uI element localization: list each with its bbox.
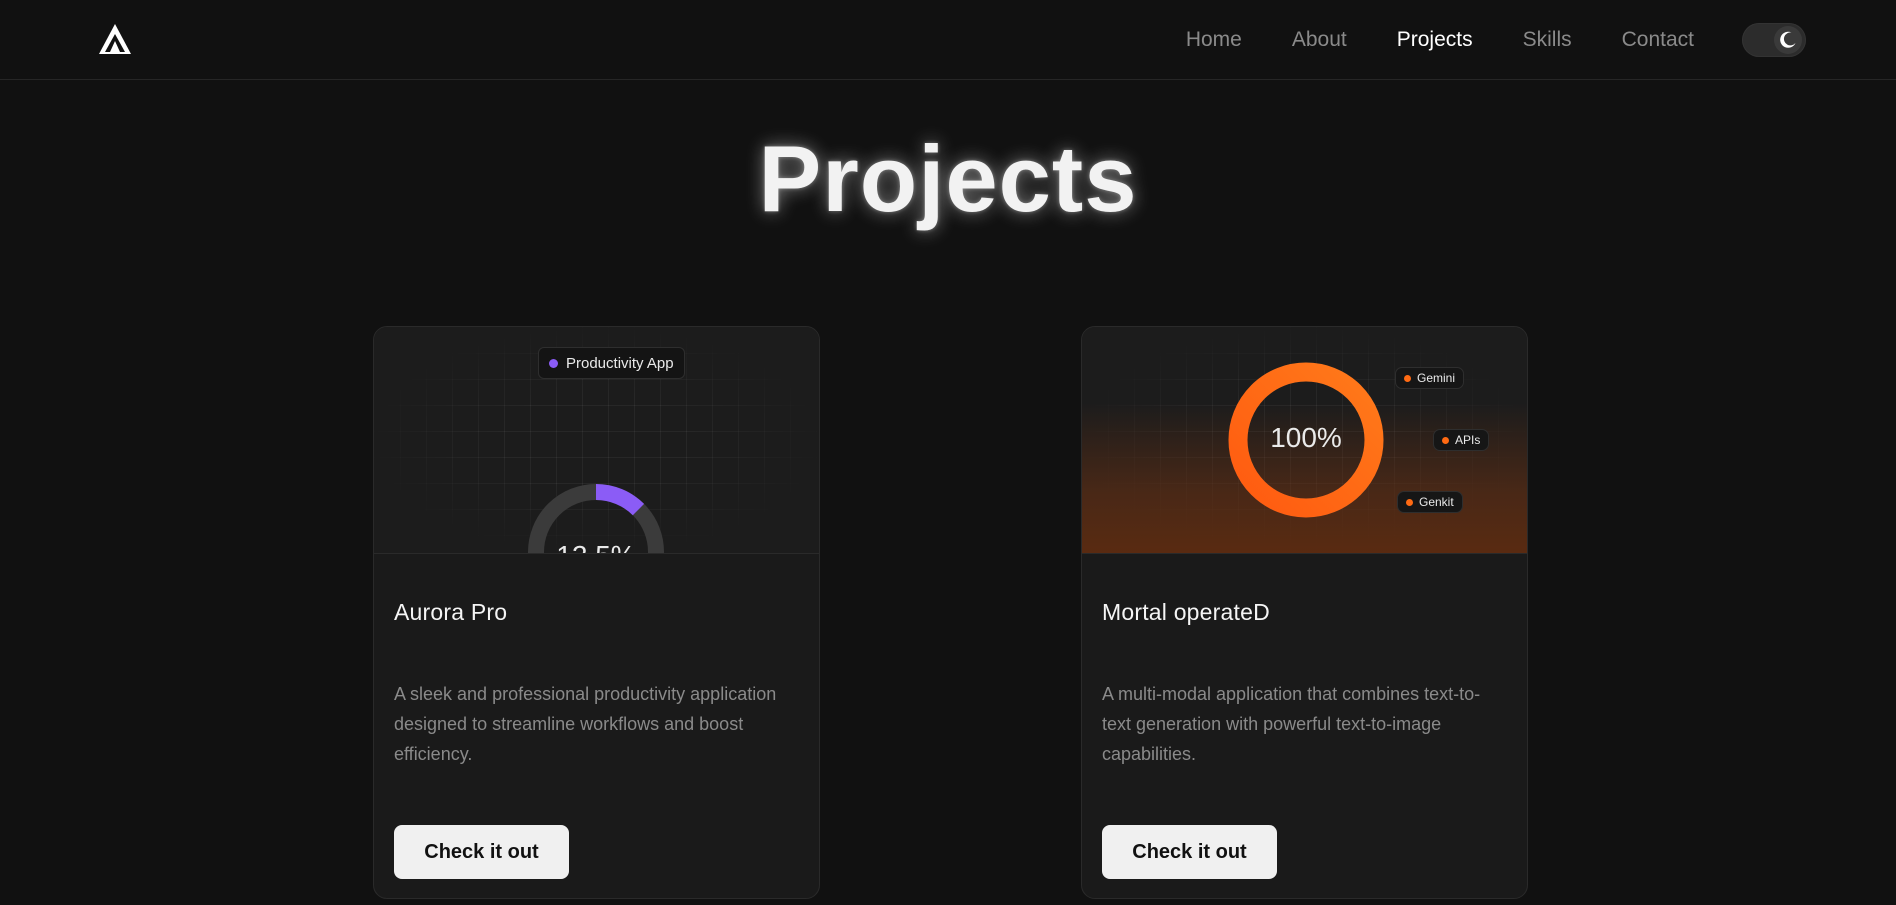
tag-label: Productivity App [566, 354, 674, 372]
page-title: Projects [758, 126, 1138, 231]
tag-genkit: Genkit [1397, 491, 1463, 513]
project-visual: 100% Gemini APIs Genkit [1082, 327, 1527, 554]
tag-dot-icon [1404, 374, 1411, 382]
tag-apis: APIs [1433, 429, 1490, 451]
project-title: Aurora Pro [394, 599, 508, 625]
check-it-out-button[interactable]: Check it out [1102, 825, 1277, 879]
tag-label: Gemini [1417, 371, 1456, 385]
project-card-mortal-operated: 100% Gemini APIs Genkit Mortal operateD … [1081, 326, 1528, 899]
tag-dot-icon [1406, 498, 1413, 506]
tag-label: Genkit [1419, 495, 1454, 509]
check-it-out-button[interactable]: Check it out [394, 825, 569, 879]
navbar: Home About Projects Skills Contact [0, 0, 1896, 80]
theme-toggle[interactable] [1742, 23, 1806, 57]
progress-label: 100% [1270, 422, 1342, 453]
project-card-aurora-pro: Productivity App 12.5% Aurora Pro A slee… [373, 326, 820, 899]
nav-link-home[interactable]: Home [1186, 28, 1242, 52]
moon-icon [1780, 31, 1796, 48]
nav-link-about[interactable]: About [1292, 28, 1347, 52]
tag-dot-icon [1442, 436, 1449, 444]
nav-link-projects[interactable]: Projects [1397, 28, 1473, 52]
nav-links: Home About Projects Skills Contact [1186, 0, 1694, 80]
tag-dot-icon [549, 358, 558, 368]
tag-gemini: Gemini [1395, 367, 1465, 389]
project-visual: Productivity App 12.5% [374, 327, 819, 554]
project-description: A multi-modal application that combines … [1102, 684, 1481, 764]
nav-link-contact[interactable]: Contact [1622, 28, 1694, 52]
progress-label: 12.5% [526, 540, 666, 553]
project-tag: Productivity App [538, 347, 685, 379]
nav-link-skills[interactable]: Skills [1523, 28, 1572, 52]
toggle-knob [1774, 26, 1802, 54]
tag-label: APIs [1455, 433, 1481, 447]
triangle-logo-icon[interactable] [98, 22, 132, 56]
project-title: Mortal operateD [1102, 599, 1270, 625]
project-description: A sleek and professional productivity ap… [394, 684, 777, 764]
